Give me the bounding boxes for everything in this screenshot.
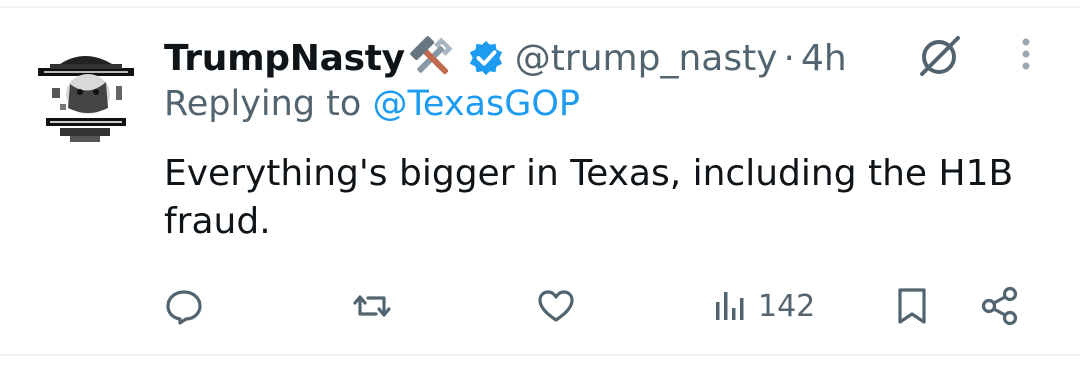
retweet-icon: [350, 284, 394, 328]
replying-prefix: Replying to: [164, 84, 362, 124]
bookmark-button[interactable]: [890, 278, 934, 334]
like-button[interactable]: [534, 278, 578, 334]
bookmark-icon: [890, 284, 934, 328]
separator: ·: [783, 37, 795, 79]
hammer-and-wrench-emoji-icon: [407, 33, 457, 83]
views-icon: [708, 284, 752, 328]
tweet-text: Everything's bigger in Texas, including …: [164, 153, 1014, 242]
like-icon: [534, 284, 578, 328]
replying-to-link[interactable]: @TexasGOP: [372, 84, 580, 124]
share-button[interactable]: [978, 278, 1022, 334]
replying-to-line: Replying to @TexasGOP: [164, 84, 580, 124]
handle[interactable]: @trump_nasty: [515, 38, 778, 79]
retweet-button[interactable]: [350, 278, 394, 334]
reply-button[interactable]: [162, 278, 206, 334]
bottom-divider: [0, 354, 1080, 356]
more-options-icon[interactable]: [1010, 36, 1042, 76]
views-count: 142: [758, 288, 816, 324]
timestamp[interactable]: 4h: [801, 38, 847, 79]
grok-icon[interactable]: [912, 30, 966, 84]
display-name[interactable]: TrumpNasty: [164, 38, 405, 79]
action-bar: 142: [0, 278, 1080, 334]
avatar[interactable]: [30, 38, 140, 148]
tweet-header: TrumpNasty @trump_nasty · 4h: [164, 30, 847, 86]
share-icon: [978, 284, 1022, 328]
reply-icon: [162, 284, 206, 328]
top-divider: [0, 6, 1080, 8]
verified-badge-icon[interactable]: [467, 39, 505, 77]
views-button[interactable]: 142: [708, 278, 815, 334]
